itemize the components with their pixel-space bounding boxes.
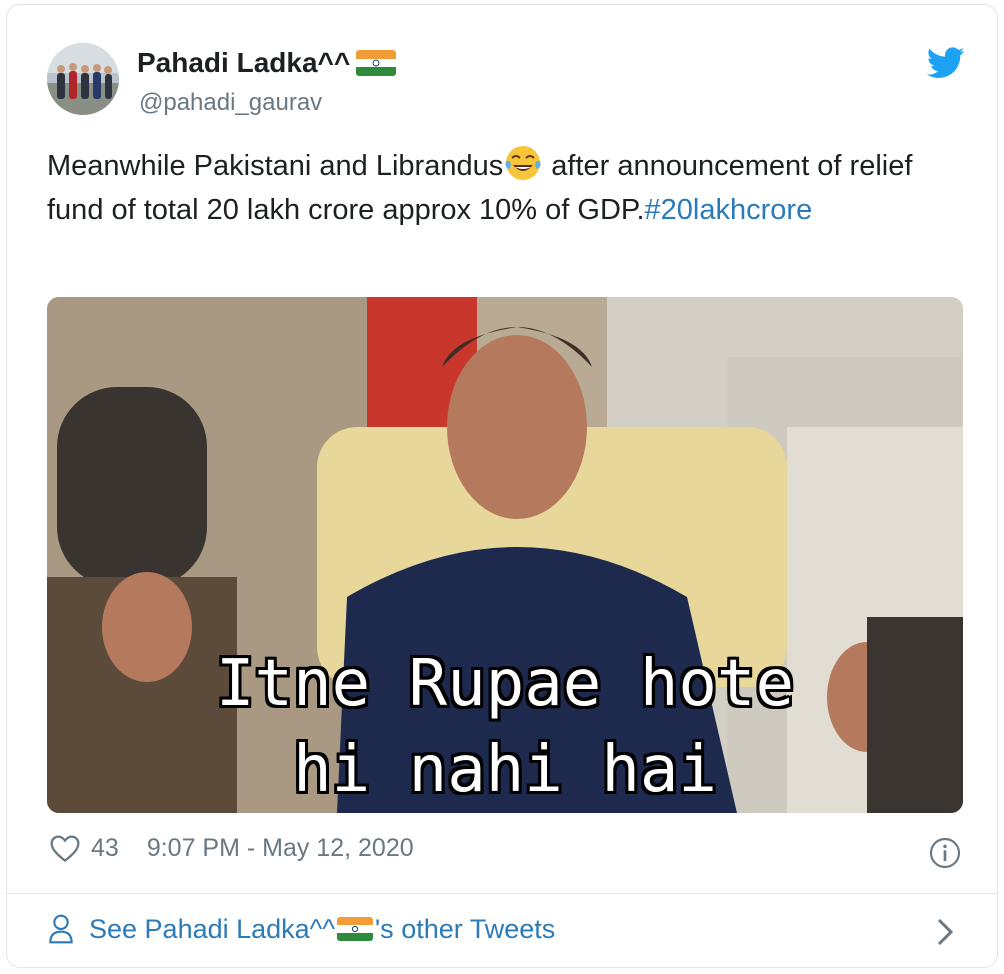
avatar[interactable]	[47, 43, 119, 115]
info-icon[interactable]	[929, 837, 961, 869]
person-icon	[49, 914, 73, 944]
tweet-text: Meanwhile Pakistani and Librandus after …	[47, 143, 957, 232]
tweet-media-image[interactable]: Itne Rupae hote hi nahi hai	[47, 297, 963, 813]
tweet-card: Pahadi Ladka^^ @pahadi_gaurav Meanwhile …	[6, 4, 998, 968]
heart-icon[interactable]	[49, 833, 81, 863]
india-flag-icon	[356, 50, 397, 76]
hashtag-link[interactable]: #20lakhcrore	[645, 194, 813, 226]
divider	[7, 893, 997, 894]
author-handle[interactable]: @pahadi_gaurav	[139, 89, 322, 117]
chevron-right-icon[interactable]	[935, 917, 955, 947]
face-with-tears-of-joy-icon	[505, 146, 541, 180]
meme-caption-line2: hi nahi hai	[293, 733, 717, 807]
meme-caption-line1: Itne Rupae hote	[216, 647, 794, 721]
see-other-tweets-suffix[interactable]: 's other Tweets	[375, 914, 555, 945]
author-name[interactable]: Pahadi Ladka^^	[137, 47, 350, 79]
author-name-row[interactable]: Pahadi Ladka^^	[137, 47, 397, 79]
tweet-meta: 43 9:07 PM - May 12, 2020	[49, 833, 414, 863]
india-flag-icon-small	[337, 917, 374, 941]
twitter-bird-icon[interactable]	[927, 47, 965, 79]
tweet-text-part1: Meanwhile Pakistani and Librandus	[47, 150, 504, 182]
see-other-tweets-link[interactable]: See Pahadi Ladka^^ 's other Tweets	[47, 913, 555, 945]
see-other-tweets-prefix[interactable]: See Pahadi Ladka^^	[89, 914, 335, 945]
tweet-timestamp[interactable]: 9:07 PM - May 12, 2020	[147, 834, 414, 863]
like-count[interactable]: 43	[91, 834, 119, 863]
